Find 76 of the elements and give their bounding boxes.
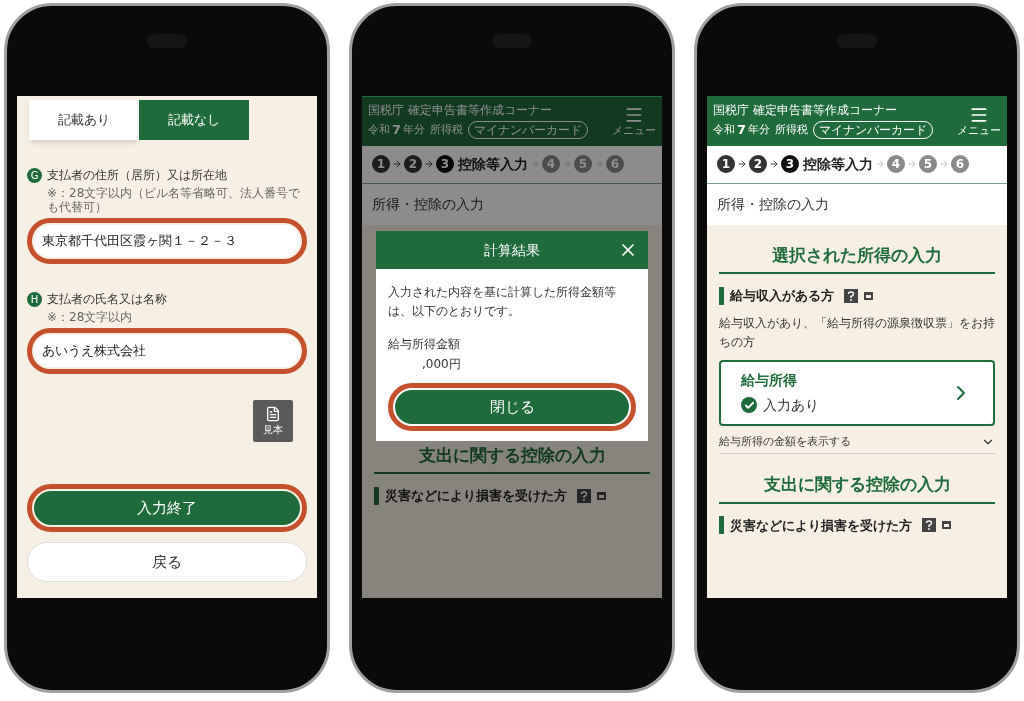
year-suffix: 年分 [748, 121, 771, 138]
step-number: 2 [749, 155, 767, 173]
arrow-icon [907, 159, 917, 169]
step-number: 6 [951, 155, 969, 173]
field-badge: H [27, 291, 42, 307]
field-label: 支払者の住所（居所）又は所在地 [47, 167, 227, 184]
step-label: 控除等入力 [458, 154, 528, 174]
era-label: 令和 [713, 121, 735, 138]
arrow-icon [939, 159, 949, 169]
step-number: 6 [606, 155, 624, 173]
arrow-icon [392, 159, 402, 169]
arrow-icon [875, 159, 885, 169]
field-badge: G [27, 167, 42, 183]
step-number: 5 [574, 155, 592, 173]
era-label: 令和 [368, 121, 390, 138]
window-icon[interactable] [864, 291, 873, 300]
text-input[interactable]: 東京都千代田区霞ヶ関１－２－３ [34, 225, 300, 257]
arrow-icon [424, 159, 434, 169]
step-number: 4 [887, 155, 905, 173]
field-note: ※：28文字以内（ビル名等省略可、法人番号でも代替可） [47, 186, 302, 214]
menu-button[interactable]: メニュー [612, 104, 656, 137]
step-number: 1 [372, 155, 390, 173]
toggle-tab[interactable]: 記載あり [29, 100, 139, 140]
window-icon[interactable] [597, 491, 606, 500]
arrow-icon [562, 159, 572, 169]
group-description: 給与収入があり、「給与所得の源泉徴収票」をお持ちの方 [719, 314, 995, 351]
dialog-message: 入力された内容を基に計算した所得金額等は、以下のとおりです。 [388, 284, 617, 320]
year-number: 7 [392, 121, 402, 139]
step-number: 1 [717, 155, 735, 173]
back-button[interactable]: 戻る [27, 542, 307, 582]
step-number: 2 [404, 155, 422, 173]
section-heading: 支出に関する控除の入力 [719, 472, 995, 504]
step-number: 4 [542, 155, 560, 173]
arrow-icon [769, 159, 779, 169]
menu-button[interactable]: メニュー [957, 104, 1001, 137]
page-title: 所得・控除の入力 [716, 194, 830, 214]
window-icon[interactable] [942, 521, 951, 530]
income-card[interactable]: 給与所得 入力あり [719, 359, 995, 426]
help-icon[interactable] [922, 518, 936, 533]
group-title: 給与収入がある方 [730, 287, 834, 305]
arrow-icon [530, 159, 540, 169]
step-number: 5 [919, 155, 937, 173]
close-dialog-button[interactable]: 閉じる [395, 390, 629, 424]
card-title: 給与所得 [741, 370, 798, 390]
help-icon[interactable] [844, 288, 858, 303]
group-marker [719, 516, 724, 535]
step-number: 3 [436, 155, 454, 173]
group-title: 災害などにより損害を受けた方 [730, 516, 912, 535]
group-marker [719, 286, 724, 305]
text-input[interactable]: あいうえ株式会社 [34, 335, 300, 367]
site-title: 国税庁 確定申告書等作成コーナー [713, 102, 898, 118]
amount-label: 給与所得金額 [388, 336, 461, 353]
section-heading: 選択された所得の入力 [719, 242, 995, 274]
year-suffix: 年分 [403, 121, 426, 138]
field-label: 支払者の氏名又は名称 [47, 291, 167, 308]
year-number: 7 [737, 121, 747, 139]
arrow-icon [737, 159, 747, 169]
sample-button[interactable]: 見本 [253, 400, 293, 442]
tax-type: 所得税 [430, 121, 464, 138]
step-number: 3 [781, 155, 799, 173]
field-note: ※：28文字以内 [47, 310, 134, 324]
document-icon [265, 405, 281, 422]
step-label: 控除等入力 [803, 154, 873, 174]
site-title: 国税庁 確定申告書等作成コーナー [368, 102, 553, 118]
amount-value: ,000円 [422, 356, 462, 373]
help-icon[interactable] [577, 488, 591, 503]
finish-button[interactable]: 入力終了 [34, 491, 300, 525]
card-status: 入力あり [763, 395, 819, 415]
page-title: 所得・控除の入力 [371, 194, 485, 214]
group-marker [374, 486, 379, 505]
toggle-tab[interactable]: 記載なし [139, 100, 249, 140]
amount-expander[interactable]: 給与所得の金額を表示する [719, 433, 995, 454]
arrow-icon [594, 159, 604, 169]
group-title: 災害などにより損害を受けた方 [385, 487, 567, 505]
tax-type: 所得税 [775, 121, 809, 138]
dialog-title: 計算結果 [484, 240, 540, 260]
